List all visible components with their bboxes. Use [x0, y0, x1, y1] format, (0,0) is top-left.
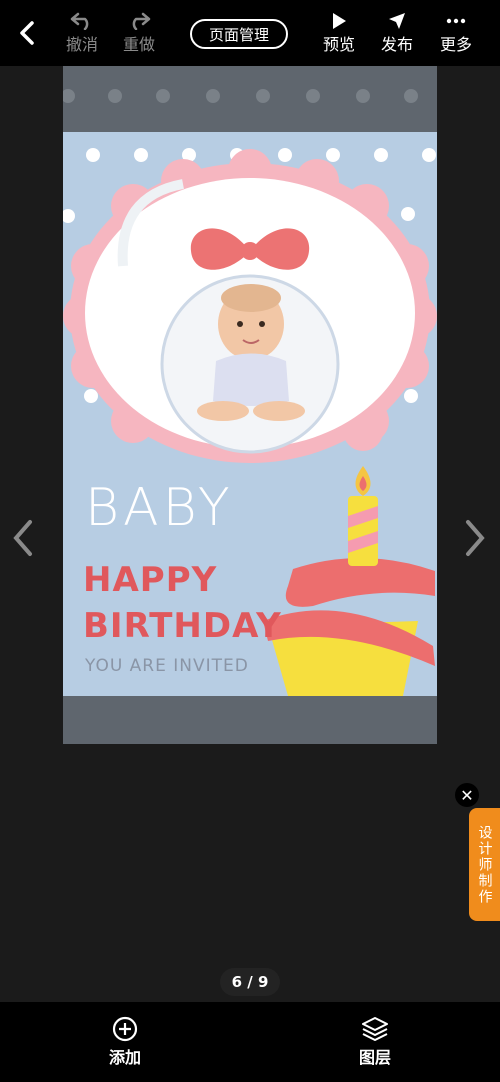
- chevron-left-icon: [13, 520, 32, 556]
- publish-button[interactable]: 发布: [374, 0, 420, 66]
- add-label: 添加: [108, 1048, 141, 1067]
- preview-label: 预览: [322, 35, 355, 54]
- next-page-button[interactable]: [460, 518, 490, 558]
- send-icon: [389, 13, 405, 29]
- card-subtext[interactable]: YOU ARE INVITED: [85, 656, 249, 676]
- plus-circle-icon: [112, 1016, 138, 1042]
- card-birthday-text[interactable]: BIRTHDAY: [83, 606, 282, 646]
- redo-icon: [132, 12, 151, 30]
- card-heading[interactable]: BABY: [85, 478, 234, 538]
- redo-label: 重做: [122, 35, 155, 54]
- birthday-cake: [263, 466, 435, 696]
- designer-service-tab[interactable]: 设计师制作: [469, 808, 500, 921]
- chevron-left-icon: [20, 21, 34, 45]
- more-label: 更多: [439, 35, 472, 54]
- layers-label: 图层: [358, 1048, 391, 1067]
- add-button[interactable]: 添加: [100, 1016, 150, 1068]
- undo-button[interactable]: 撤消: [60, 0, 104, 66]
- page-manager-button[interactable]: 页面管理: [190, 19, 288, 49]
- close-designer-tab-button[interactable]: ✕: [455, 783, 479, 807]
- designer-service-label: 设计师制作: [476, 824, 493, 905]
- page-counter: 6 / 9: [220, 968, 280, 996]
- design-canvas[interactable]: BABY HAPPY BIRTHDAY YOU ARE INVITED: [63, 66, 437, 744]
- top-toolbar: 撤消 重做 页面管理 预览 发布 更多: [0, 0, 500, 66]
- undo-icon: [70, 12, 89, 30]
- chevron-right-icon: [466, 520, 485, 556]
- previous-page-button[interactable]: [8, 518, 38, 558]
- more-button[interactable]: 更多: [433, 0, 479, 66]
- canvas-top-mask: [63, 66, 437, 132]
- canvas-bottom-mask: [63, 696, 437, 744]
- undo-label: 撤消: [65, 35, 98, 54]
- bottom-toolbar: 添加 图层: [0, 1002, 500, 1082]
- back-button[interactable]: [8, 0, 46, 66]
- play-icon: [333, 13, 346, 29]
- layers-button[interactable]: 图层: [350, 1016, 400, 1068]
- publish-label: 发布: [380, 35, 413, 54]
- card-happy-text[interactable]: HAPPY: [83, 560, 217, 600]
- redo-button[interactable]: 重做: [117, 0, 161, 66]
- more-dots-icon: [446, 18, 466, 24]
- layers-icon: [362, 1017, 388, 1041]
- preview-button[interactable]: 预览: [316, 0, 362, 66]
